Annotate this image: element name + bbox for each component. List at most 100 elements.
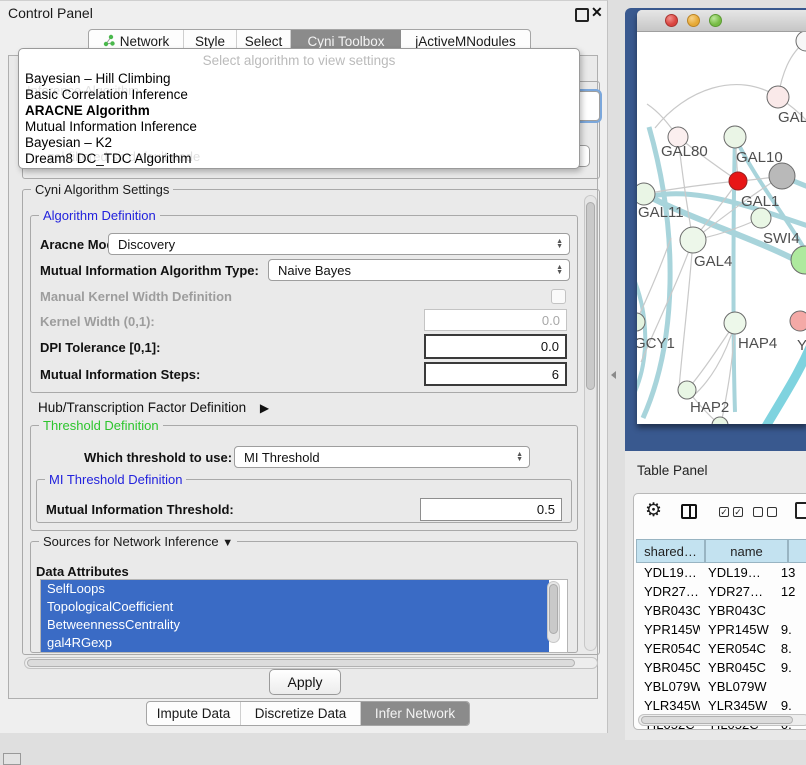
table-cell: 13 [777,565,806,580]
network-window-titlebar[interactable] [637,10,806,32]
table-cell: 9. [777,698,806,713]
gear-icon[interactable]: ⚙ [645,501,662,520]
which-threshold-label: Which threshold to use: [84,450,232,465]
table-row[interactable]: YBR043CYBR043C [636,601,806,620]
algorithm-option[interactable]: ARACNE Algorithm [25,103,150,118]
table-horizontal-scrollbar[interactable] [638,714,806,726]
network-node-gal[interactable] [767,86,789,108]
settings-vertical-scrollbar[interactable] [584,195,597,651]
cyni-mode-tabbar: Impute Data Discretize Data Infer Network [146,701,470,726]
network-node[interactable] [769,163,795,189]
stepper-arrows-icon: ▲▼ [516,452,523,462]
network-node-gal1[interactable] [729,172,747,190]
column-header-shared…[interactable]: shared… [636,539,705,563]
network-node[interactable] [791,246,806,274]
aracne-mode-value: Discovery [118,237,175,252]
mi-type-combo[interactable]: Naive Bayes ▲▼ [268,259,570,281]
algorithm-option[interactable]: Mutual Information Inference [25,119,197,134]
attributes-scrollbar-thumb[interactable] [549,584,558,634]
table-cell: YDL19… [700,565,777,580]
mi-steps-field[interactable]: 6 [424,362,567,386]
dpi-tolerance-field[interactable]: 0.0 [424,334,567,359]
cyni-settings-title: Cyni Algorithm Settings [31,182,173,197]
table-cell: YBL079W [700,679,777,694]
table-cell: 12 [777,584,806,599]
table-row[interactable]: YLR345WYLR345W9. [636,696,806,715]
network-node-hap4[interactable] [724,312,746,334]
apply-button[interactable]: Apply [269,669,341,695]
zoom-traffic-light[interactable] [709,14,722,27]
dpi-tolerance-label: DPI Tolerance [0,1]: [40,340,160,355]
select-all-checkbox-icon[interactable]: ✓ [719,507,729,517]
manual-kernel-label: Manual Kernel Width Definition [40,289,232,304]
table-row[interactable]: YBR045CYBR045C9. [636,658,806,677]
manual-kernel-checkbox[interactable] [551,289,566,304]
network-node-hap2[interactable] [678,381,696,399]
tab-label: Select [245,34,283,49]
sources-title[interactable]: Sources for Network Inference ▼ [39,534,237,549]
hub-definition-label: Hub/Transcription Factor Definition [38,400,246,415]
deselect-all-checkbox-icon[interactable] [753,507,763,517]
kernel-width-field[interactable]: 0.0 [424,309,567,331]
ghost-inference-algorithm-title: Inference Algorithm [27,83,139,98]
which-threshold-combo[interactable]: MI Threshold ▲▼ [234,446,530,468]
attribute-item[interactable]: gal4RGexp [41,634,549,652]
attribute-item[interactable]: TopologicalCoefficient [41,598,549,616]
table-panel: Table Panel ⚙ ✓ ✓ shared…name YDL19…YDL1… [625,451,806,740]
attributes-scrollbar[interactable] [547,581,560,643]
table-horizontal-scrollbar-thumb[interactable] [641,716,793,724]
tab-label: Discretize Data [255,706,347,721]
collapse-down-icon: ▼ [222,537,233,549]
network-node-gal10[interactable] [724,126,746,148]
close-traffic-light[interactable] [665,14,678,27]
table-cell: 9. [777,622,806,637]
attribute-item[interactable]: SelfLoops [41,580,549,598]
network-node-swi4[interactable] [751,208,771,228]
column-header-hidden[interactable] [788,539,806,563]
node-label-y: Y [797,337,806,354]
network-canvas[interactable]: GALGAL80GAL10GAL1GAL11SWI4GAL4GCY1HAP4YH… [637,32,806,424]
attribute-item[interactable]: BetweennessCentrality [41,616,549,634]
network-window: GALGAL80GAL10GAL1GAL11SWI4GAL4GCY1HAP4YH… [637,10,806,424]
node-label-gal1: GAL1 [741,193,779,210]
tab-discretize-data[interactable]: Discretize Data [241,702,361,725]
select-all-checkbox-icon[interactable]: ✓ [733,507,743,517]
table-cell: 8. [777,641,806,656]
table-row[interactable]: YBL079WYBL079W [636,677,806,696]
close-panel-icon[interactable]: ✕ [591,4,603,21]
table-row[interactable]: YDR27…YDR27…12 [636,582,806,601]
settings-vertical-scrollbar-thumb[interactable] [586,202,595,390]
deselect-all-checkbox-icon[interactable] [767,507,777,517]
float-panel-icon[interactable] [575,8,589,22]
table-cell: YDR27… [700,584,777,599]
aracne-mode-combo[interactable]: Discovery ▲▼ [108,233,570,255]
column-layout-icon[interactable] [681,504,697,519]
table-cell: YLR345W [700,698,777,713]
document-icon[interactable] [795,502,806,519]
mi-threshold-field[interactable]: 0.5 [420,498,562,521]
column-header-name[interactable]: name [705,539,788,563]
table-row[interactable]: YPR145WYPR145W9. [636,620,806,639]
settings-horizontal-scrollbar[interactable] [24,657,598,669]
hub-definition-toggle[interactable]: Hub/Transcription Factor Definition ▶ [38,400,269,415]
minimize-traffic-light[interactable] [687,14,700,27]
settings-horizontal-scrollbar-thumb[interactable] [27,659,575,667]
data-attributes-list[interactable]: SelfLoopsTopologicalCoefficientBetweenne… [40,579,568,653]
tab-label: Style [195,34,225,49]
tab-impute-data[interactable]: Impute Data [147,702,241,725]
algorithm-option[interactable]: Bayesian – K2 [25,135,112,150]
table-row[interactable]: YER054CYER054C8. [636,639,806,658]
network-node-gal11[interactable] [637,183,655,205]
stepper-arrows-icon: ▲▼ [556,265,563,275]
panel-splitter-handle[interactable] [611,371,616,379]
network-node[interactable] [712,417,728,424]
collapsed-panel-icon[interactable] [3,753,21,765]
table-cell: YER054C [700,641,777,656]
tab-infer-network[interactable]: Infer Network [361,702,469,725]
node-label-hap4: HAP4 [738,335,777,352]
network-node-y[interactable] [790,311,806,331]
table-cell: YBR043C [700,603,777,618]
table-cell: YPR145W [700,622,777,637]
table-row[interactable]: YDL19…YDL19…13 [636,563,806,582]
network-node-gal4[interactable] [680,227,706,253]
